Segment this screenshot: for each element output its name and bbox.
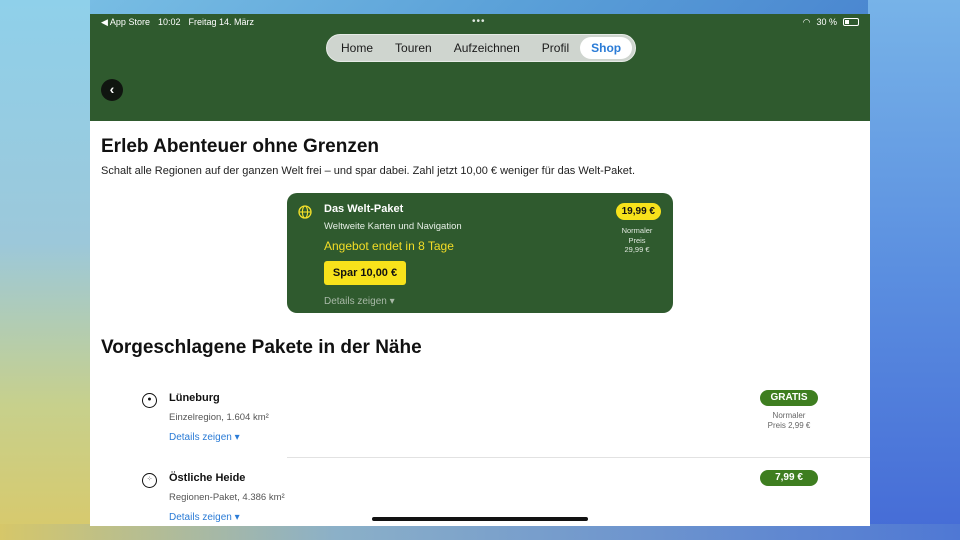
- region-multi-icon: ⁘: [142, 473, 157, 488]
- status-time: 10:02: [157, 17, 181, 27]
- tab-touren[interactable]: Touren: [384, 37, 443, 59]
- region-name: Lüneburg: [169, 392, 220, 404]
- offer-countdown: Angebot endet in 8 Tage: [324, 239, 454, 253]
- back-to-app-store[interactable]: ◀ App Store: [101, 14, 150, 30]
- wifi-icon: ◠: [802, 17, 811, 27]
- region-price-button[interactable]: 7,99 €: [760, 470, 818, 486]
- page-subtitle: Schalt alle Regionen auf der ganzen Welt…: [101, 165, 636, 177]
- world-package-description: Weltweite Karten und Navigation: [324, 221, 462, 232]
- region-normal-price-label: Normaler: [772, 411, 806, 420]
- chevron-left-icon: ‹: [109, 81, 115, 97]
- world-package-card[interactable]: Das Welt-Paket Weltweite Karten und Navi…: [287, 193, 673, 313]
- region-details-toggle[interactable]: Details zeigen ▾: [169, 512, 240, 523]
- battery-icon: [843, 18, 859, 26]
- region-name: Östliche Heide: [169, 472, 246, 484]
- desktop-background-right: [868, 0, 960, 540]
- desktop-background-bottom: [0, 524, 960, 540]
- region-price-button[interactable]: GRATIS: [760, 390, 818, 406]
- home-indicator[interactable]: [372, 517, 588, 521]
- save-button[interactable]: Spar 10,00 €: [324, 261, 406, 285]
- multitasking-dots-icon[interactable]: •••: [472, 14, 486, 30]
- tab-home[interactable]: Home: [330, 37, 384, 59]
- normal-price-value: 29,99 €: [624, 245, 650, 254]
- tab-profil[interactable]: Profil: [531, 37, 580, 59]
- globe-icon: [298, 205, 312, 219]
- tab-aufzeichnen[interactable]: Aufzeichnen: [443, 37, 531, 59]
- desktop-background-left: [0, 0, 90, 540]
- region-details-toggle[interactable]: Details zeigen ▾: [169, 432, 240, 443]
- normal-price-label: Normaler Preis: [621, 226, 653, 245]
- page-title: Erleb Abenteuer ohne Grenzen: [101, 136, 380, 157]
- region-normal-price: Normaler Preis 2,99 €: [750, 411, 828, 430]
- app-header: ◀ App Store 10:02 Freitag 14. März ••• ◠…: [90, 14, 870, 121]
- region-dot-icon: ●: [142, 393, 157, 408]
- ipad-screen: ◀ App Store 10:02 Freitag 14. März ••• ◠…: [90, 14, 870, 526]
- status-date: Freitag 14. März: [188, 17, 255, 27]
- region-info: Regionen-Paket, 4.386 km²: [169, 492, 285, 503]
- world-package-normal-price: Normaler Preis 29,99 €: [615, 226, 659, 255]
- back-button[interactable]: ‹: [101, 79, 123, 101]
- status-bar: ◀ App Store 10:02 Freitag 14. März ••• ◠…: [90, 14, 870, 30]
- tab-navigation: Home Touren Aufzeichnen Profil Shop: [326, 34, 637, 62]
- suggested-section-title: Vorgeschlagene Pakete in der Nähe: [101, 337, 422, 358]
- world-package-name: Das Welt-Paket: [324, 203, 404, 215]
- battery-percent: 30 %: [816, 17, 837, 27]
- region-info: Einzelregion, 1.604 km²: [169, 412, 269, 423]
- tab-shop[interactable]: Shop: [580, 37, 633, 59]
- region-normal-price-value: Preis 2,99 €: [767, 420, 811, 430]
- list-divider: [287, 457, 870, 458]
- world-package-price[interactable]: 19,99 €: [615, 203, 661, 220]
- list-item[interactable]: ● Lüneburg Einzelregion, 1.604 km² Detai…: [90, 390, 870, 470]
- world-package-details-toggle[interactable]: Details zeigen ▾: [324, 296, 395, 307]
